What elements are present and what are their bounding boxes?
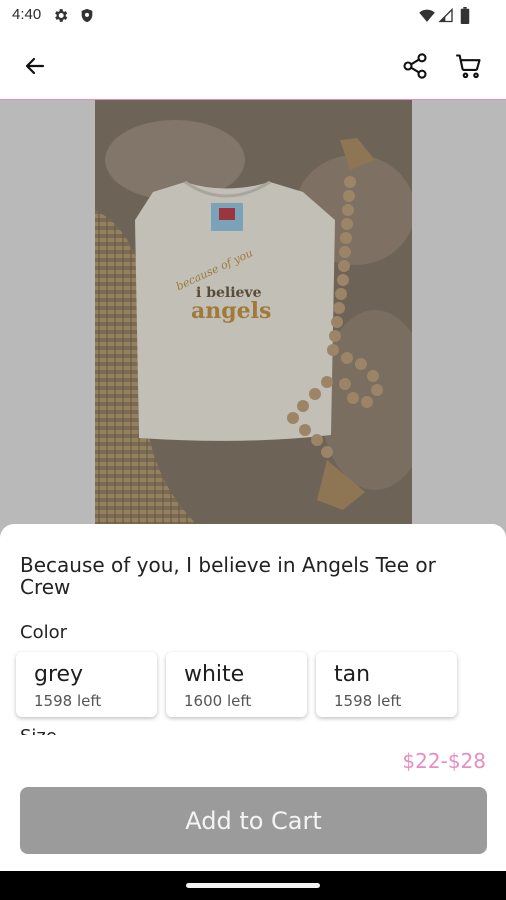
system-nav-bar <box>0 871 506 900</box>
color-label: Color <box>20 622 67 643</box>
color-option-white[interactable]: white 1600 left <box>166 652 307 717</box>
product-title: Because of you, I believe in Angels Tee … <box>20 553 436 599</box>
color-option-name: grey <box>34 662 84 687</box>
color-option-name: tan <box>334 662 371 687</box>
color-option-tan[interactable]: tan 1598 left <box>316 652 457 717</box>
add-to-cart-button[interactable]: Add to Cart <box>20 787 487 854</box>
share-icon[interactable] <box>399 50 431 82</box>
back-arrow-icon[interactable] <box>19 50 51 82</box>
color-option-stock: 1598 left <box>34 692 102 710</box>
product-image-area: because of you i believe angels <box>0 100 506 540</box>
svg-text:angels: angels <box>191 298 271 324</box>
gear-icon <box>52 7 69 28</box>
battery-icon <box>460 7 470 28</box>
color-option-grey[interactable]: grey 1598 left <box>16 652 157 717</box>
wifi-icon <box>418 7 436 28</box>
purchase-panel: $22-$28 Add to Cart <box>0 735 506 871</box>
shield-icon <box>79 7 95 28</box>
product-details-sheet: Because of you, I believe in Angels Tee … <box>0 524 506 748</box>
app-bar <box>0 32 506 100</box>
signal-icon <box>438 7 454 28</box>
status-bar: 4:40 <box>0 0 506 32</box>
color-option-stock: 1600 left <box>184 692 252 710</box>
product-photo[interactable]: because of you i believe angels <box>95 100 412 540</box>
color-option-name: white <box>184 662 245 687</box>
status-time: 4:40 <box>12 6 42 23</box>
home-handle[interactable] <box>186 883 320 888</box>
cart-icon[interactable] <box>453 50 485 82</box>
price-range: $22-$28 <box>402 749 486 773</box>
color-option-stock: 1598 left <box>334 692 402 710</box>
